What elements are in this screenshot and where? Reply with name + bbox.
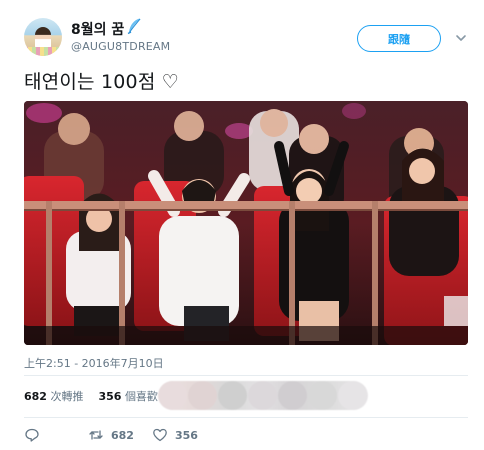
retweets-count[interactable]: 682 bbox=[24, 390, 47, 403]
verified-feather-icon bbox=[127, 18, 141, 35]
tweet-card: 8월의 꿈 @AUGU8TDREAM 跟隨 태연이는 100점 ♡ 上午2:51… bbox=[0, 0, 484, 450]
retweet-count: 682 bbox=[111, 428, 134, 442]
heart-icon bbox=[153, 428, 167, 442]
likes-count[interactable]: 356 bbox=[98, 390, 121, 403]
likes-label[interactable]: 個喜歡 bbox=[125, 390, 158, 403]
liker-avatars-blurred[interactable] bbox=[158, 381, 368, 410]
retweet-button[interactable]: 682 bbox=[88, 425, 134, 445]
follow-button[interactable]: 跟隨 bbox=[357, 25, 441, 52]
avatar[interactable] bbox=[24, 18, 62, 56]
like-count: 356 bbox=[175, 428, 198, 442]
retweets-label[interactable]: 次轉推 bbox=[50, 390, 83, 403]
audience-photo-image bbox=[24, 101, 468, 345]
tweet-photo[interactable] bbox=[24, 101, 468, 345]
user-name[interactable]: 8월의 꿈 bbox=[71, 19, 124, 39]
divider bbox=[24, 417, 468, 418]
tweet-timestamp[interactable]: 上午2:51 - 2016年7月10日 bbox=[24, 355, 164, 371]
engagement-stats: 682 次轉推 356 個喜歡 bbox=[24, 388, 158, 404]
chevron-down-icon[interactable] bbox=[455, 32, 467, 44]
reply-button[interactable] bbox=[24, 425, 40, 445]
like-button[interactable]: 356 bbox=[152, 425, 198, 445]
tweet-text: 태연이는 100점 ♡ bbox=[24, 71, 179, 93]
reply-icon bbox=[25, 428, 39, 442]
divider bbox=[24, 375, 468, 376]
tweet-actions: 682 356 bbox=[24, 425, 324, 445]
retweet-icon bbox=[89, 430, 103, 440]
user-handle[interactable]: @AUGU8TDREAM bbox=[71, 40, 170, 53]
